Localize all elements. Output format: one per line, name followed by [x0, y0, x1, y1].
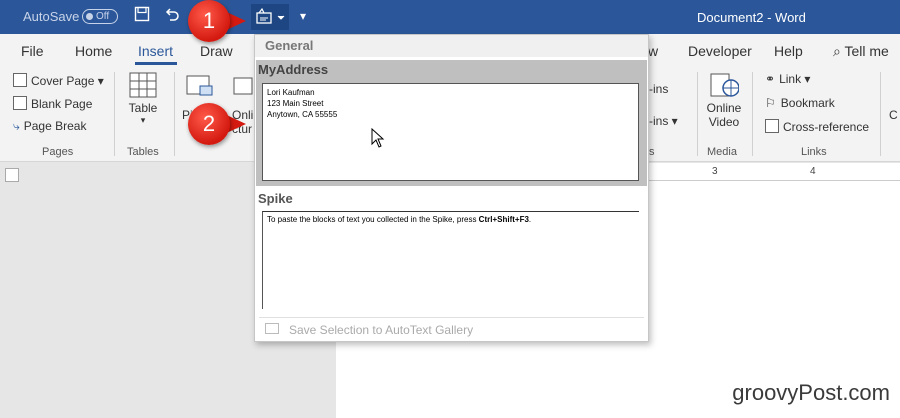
page-break-button[interactable]: ⤷ Page Break: [13, 119, 86, 134]
group-separator: [752, 72, 753, 156]
tab-selector[interactable]: [5, 168, 19, 182]
undo-icon[interactable]: [162, 6, 182, 26]
table-button[interactable]: Table ▾: [128, 72, 158, 126]
link-icon: ⚭: [765, 72, 776, 86]
page-break-label: Page Break: [23, 119, 87, 133]
autosave-label: AutoSave: [23, 9, 80, 24]
callout-number: 2: [188, 103, 230, 145]
cover-page-label: Cover Page: [31, 74, 95, 88]
group-separator: [174, 72, 175, 156]
entry-line: 123 Main Street: [267, 99, 324, 108]
save-selection-label: Save Selection to AutoText Gallery: [289, 323, 474, 337]
bookmark-icon: ⚐: [765, 96, 776, 110]
autotext-gallery: General MyAddress Lori Kaufman 123 Main …: [254, 34, 649, 342]
cross-reference-button[interactable]: Cross-reference: [765, 119, 869, 134]
online-video-label-2: Video: [708, 115, 740, 129]
spike-text-end: .: [528, 215, 532, 224]
autotext-entry-preview[interactable]: Lori Kaufman 123 Main Street Anytown, CA…: [262, 83, 639, 181]
bookmark-button[interactable]: ⚐ Bookmark: [765, 96, 835, 110]
tab-draw[interactable]: Draw: [200, 43, 233, 59]
spike-entry-preview[interactable]: To paste the blocks of text you collecte…: [262, 211, 639, 309]
title-bar: AutoSave Off ▾ Document2 - Word: [0, 0, 900, 34]
group-separator: [880, 72, 881, 156]
online-pictures-icon[interactable]: [233, 74, 253, 96]
online-video-icon: [710, 73, 740, 97]
link-label: Link: [779, 72, 802, 86]
pictures-icon[interactable]: [186, 72, 214, 98]
page-break-icon: ⤷: [13, 119, 20, 133]
tab-home[interactable]: Home: [75, 43, 112, 59]
tab-developer[interactable]: Developer: [688, 43, 752, 59]
active-tab-indicator: [135, 62, 177, 65]
horizontal-ruler[interactable]: 3 4: [648, 163, 900, 181]
my-addins-label-partial[interactable]: -ins ▾: [649, 114, 678, 128]
group-label-pages: Pages: [42, 146, 74, 158]
cover-page-icon: [13, 73, 27, 87]
cross-reference-icon: [765, 119, 779, 133]
link-button[interactable]: ⚭ Link ▾: [765, 72, 810, 86]
autotext-entry-title[interactable]: MyAddress: [258, 62, 328, 77]
tab-review-partial[interactable]: w: [648, 43, 658, 59]
entry-line: Lori Kaufman: [267, 88, 315, 97]
cross-reference-label: Cross-reference: [783, 120, 870, 134]
spike-keys: Ctrl+Shift+F3: [478, 215, 529, 224]
gallery-section-general: General: [255, 35, 648, 57]
tab-help[interactable]: Help: [774, 43, 803, 59]
comments-label-partial: C: [889, 108, 898, 122]
save-icon[interactable]: [132, 6, 152, 26]
search-icon: ⌕: [833, 43, 841, 59]
tab-file[interactable]: File: [21, 43, 44, 59]
watermark: groovyPost.com: [732, 380, 890, 405]
blank-page-button[interactable]: Blank Page: [13, 96, 92, 111]
table-icon: [129, 72, 157, 98]
callout-number: 1: [188, 0, 230, 42]
online-video-button[interactable]: Online Video: [705, 72, 743, 129]
ruler-number-3: 3: [712, 166, 718, 177]
group-label-tables: Tables: [127, 146, 159, 158]
ruler-number-4: 4: [810, 166, 816, 177]
save-selection-to-gallery-item[interactable]: Save Selection to AutoText Gallery: [259, 317, 644, 339]
blank-page-icon: [13, 96, 27, 110]
group-label-links: Links: [801, 146, 827, 158]
entry-line: Anytown, CA 55555: [267, 110, 338, 119]
cover-page-button[interactable]: Cover Page ▾: [13, 73, 104, 88]
spike-text: To paste the blocks of text you collecte…: [267, 215, 479, 224]
tell-me-label: Tell me: [844, 43, 889, 59]
group-separator: [114, 72, 115, 156]
table-label: Table: [128, 101, 158, 115]
spike-title: Spike: [258, 191, 293, 206]
online-video-label-1: Online: [706, 101, 742, 115]
group-label-media: Media: [707, 146, 737, 158]
tell-me-search[interactable]: ⌕ Tell me: [833, 43, 889, 60]
my-addins-text: -ins: [649, 114, 669, 128]
autosave-toggle[interactable]: Off: [82, 9, 118, 24]
get-addins-label-partial[interactable]: -ins: [649, 82, 668, 96]
document-title: Document2 - Word: [697, 10, 806, 25]
bookmark-label: Bookmark: [780, 96, 835, 110]
blank-page-label: Blank Page: [31, 97, 93, 111]
customize-qat-icon[interactable]: ▾: [293, 6, 313, 26]
autotext-button[interactable]: [251, 4, 289, 30]
group-label-addins-partial: s: [649, 146, 655, 158]
group-separator: [697, 72, 698, 156]
mouse-cursor-icon: [371, 128, 385, 148]
tab-insert[interactable]: Insert: [138, 43, 173, 59]
save-selection-icon: [265, 323, 279, 334]
